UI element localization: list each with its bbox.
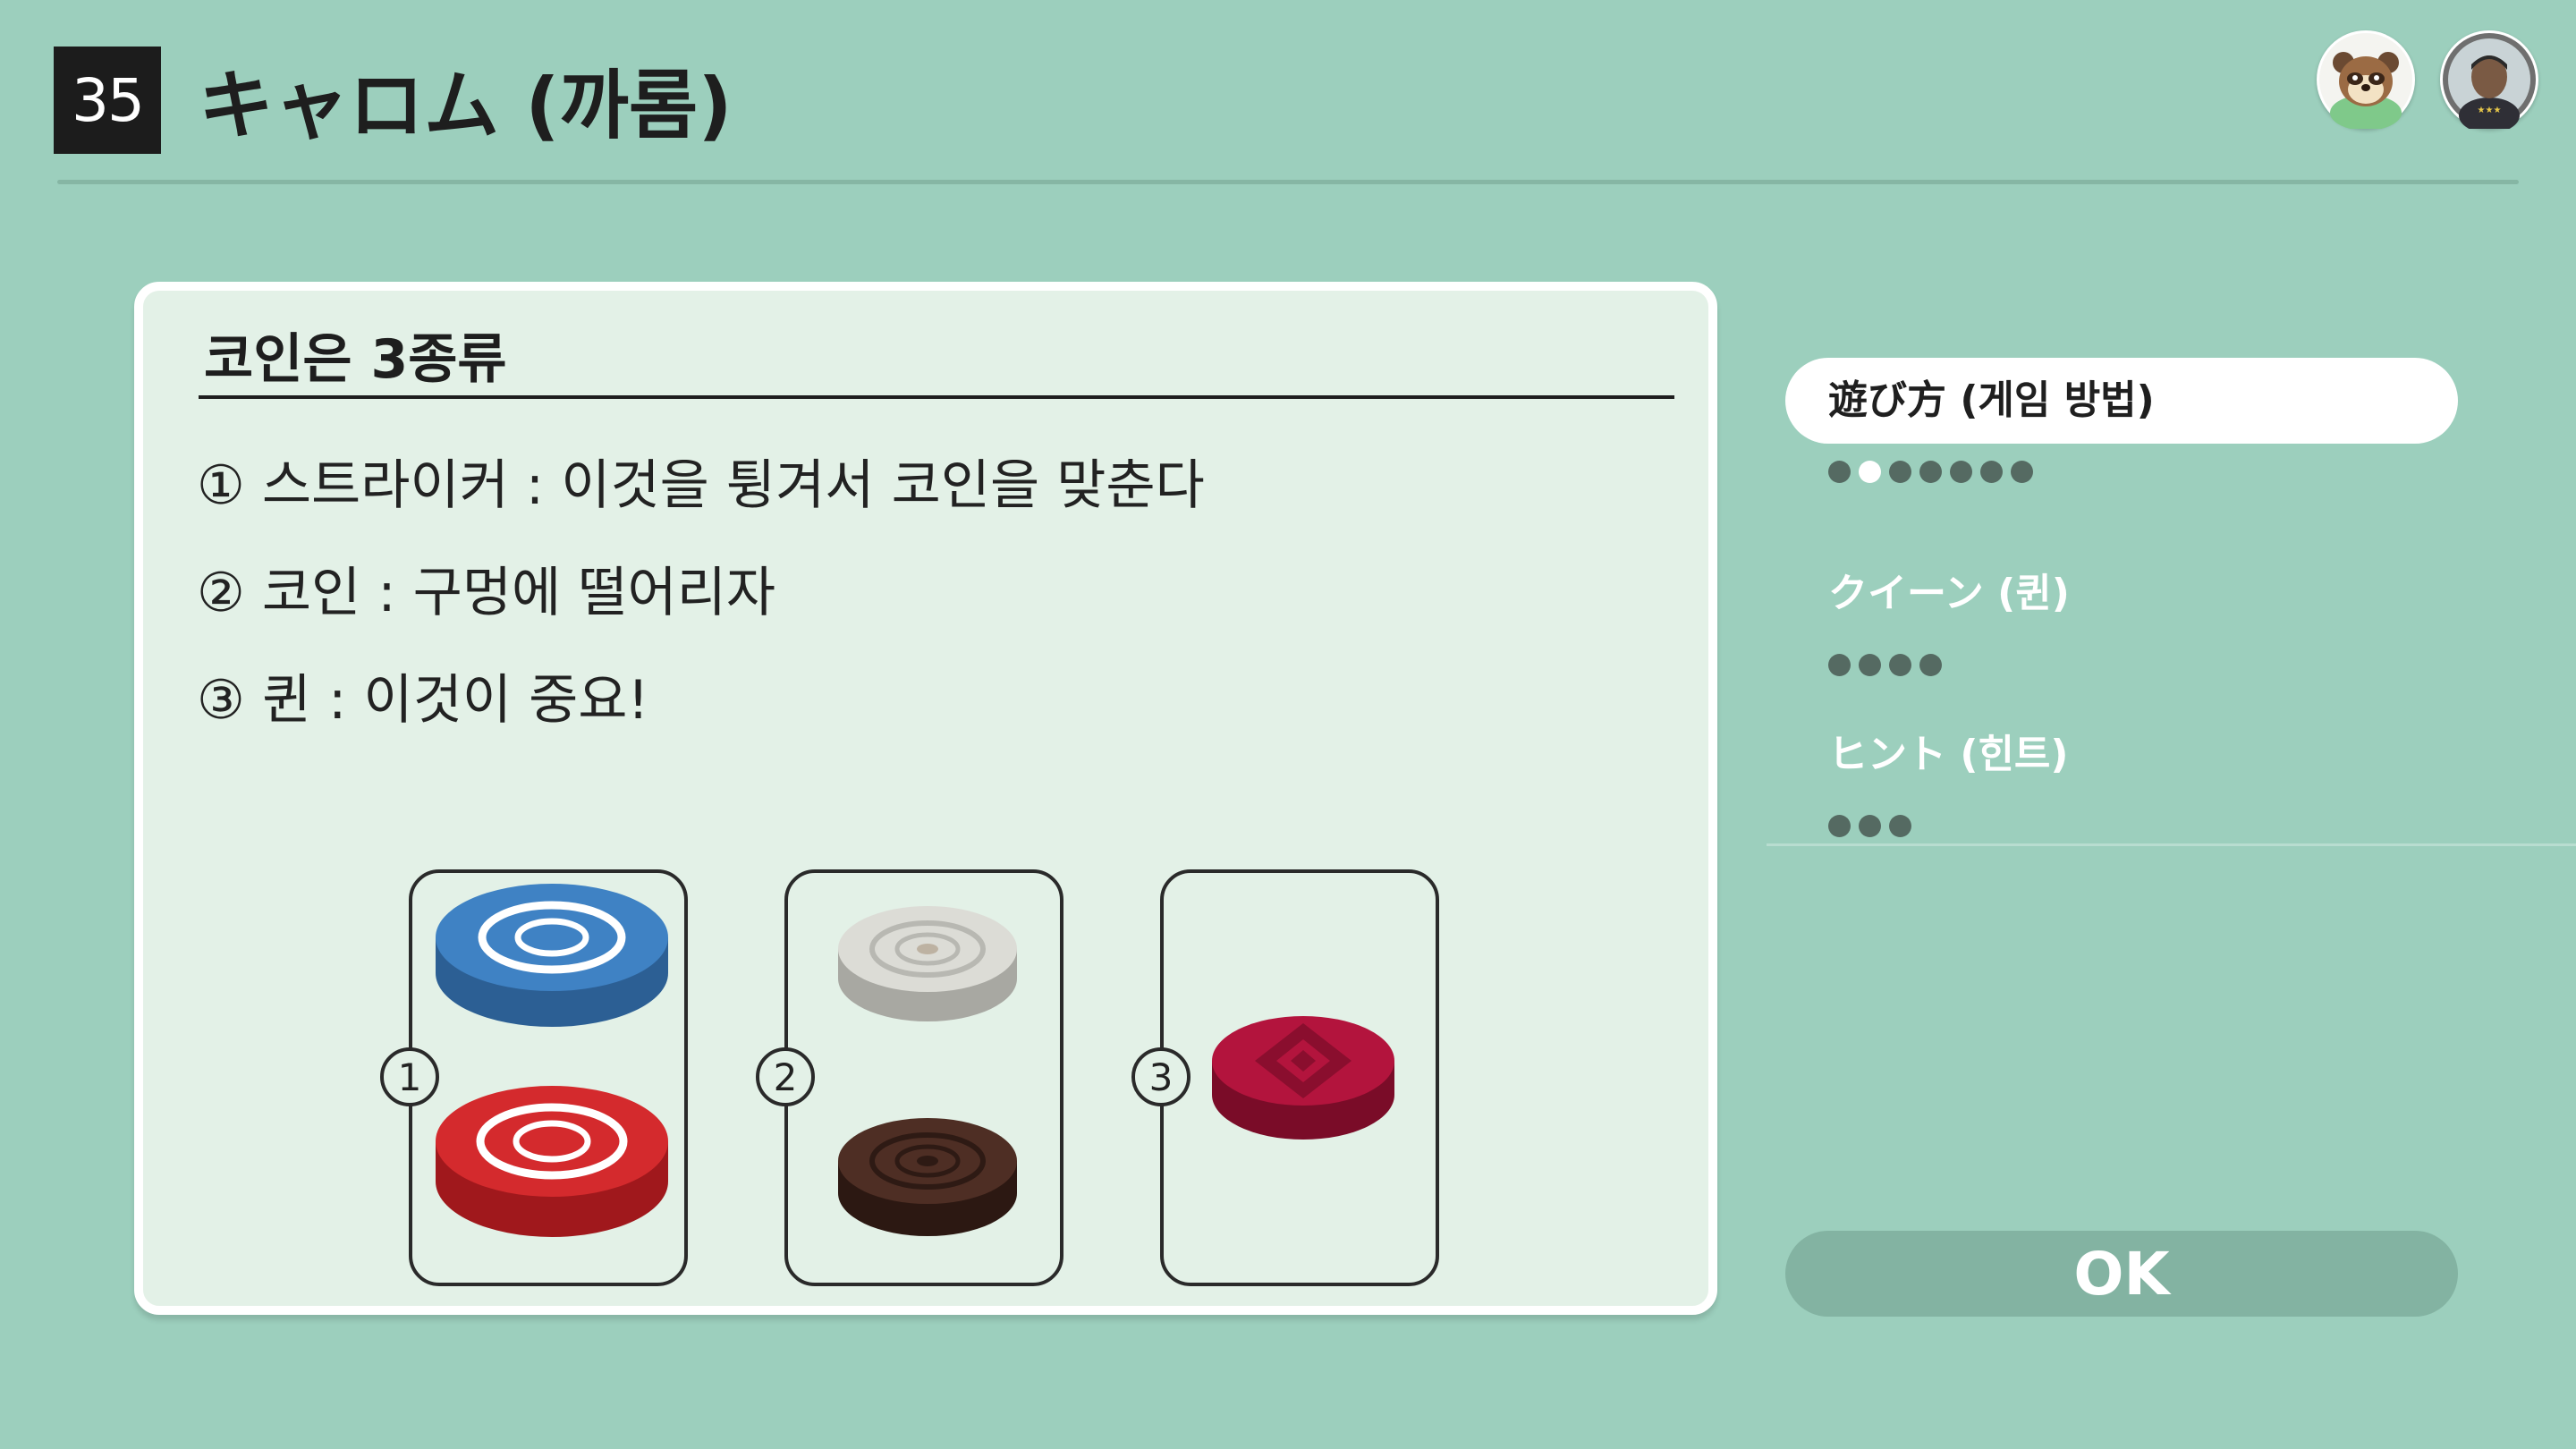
queen-coin-icon [1212,1016,1394,1140]
page-dot [1950,461,1972,483]
page-dots-queen [1828,654,1942,681]
instruction-line-striker: ① 스트라이커 : 이것을 튕겨서 코인을 맞춘다 [197,454,1205,517]
menu-item-queen[interactable]: クイーン (퀸) [1785,551,2458,637]
coin-card-coins: 2 [756,869,1063,1286]
red-striker-icon [436,1086,668,1237]
menu-item-label: クイーン (퀸) [1828,571,2070,616]
page-dot-current [1859,461,1881,483]
menu-item-how-to-play[interactable]: 遊び方 (게임 방법) [1785,358,2458,444]
coin-card-strikers: 1 [380,869,688,1286]
game-title: キャロム (까롬) [199,62,733,149]
page-dots-hint [1828,815,1911,842]
menu-item-label: 遊び方 (게임 방법) [1828,377,2155,423]
page-dot [1980,461,2003,483]
ok-button[interactable]: OK [1785,1231,2458,1317]
card-number-badge: 2 [756,1047,815,1106]
panel-title-underline [199,395,1674,399]
coin-card-queen: 3 [1131,869,1439,1286]
page-dot [1859,815,1881,837]
menu-item-hint[interactable]: ヒント (힌트) [1785,712,2458,798]
instruction-line-queen: ③ 퀸 : 이것이 중요! [197,669,649,732]
tanuki-character-icon [2317,30,2415,129]
page-dot [1889,654,1911,676]
page-dot [2011,461,2033,483]
player-portrait-icon: ★★★ [2440,30,2538,129]
menu-item-label: ヒント (힌트) [1828,732,2069,777]
white-coin-icon [838,906,1017,1021]
page-dot [1859,654,1881,676]
instruction-line-coin: ② 코인 : 구멍에 떨어리자 [197,562,776,624]
header-divider [57,180,2519,184]
card-number-badge: 1 [380,1047,439,1106]
page-dot [1828,654,1851,676]
page-dot [1889,815,1911,837]
blue-striker-icon [436,884,668,1027]
page-dot [1828,461,1851,483]
page-dot [1889,461,1911,483]
black-coin-icon [838,1118,1017,1236]
page-dot [1919,654,1942,676]
page-dots-how-to-play [1828,461,2033,487]
game-number-badge: 35 [54,47,161,154]
page-dot [1828,815,1851,837]
instruction-panel: 코인은 3종류 ① 스트라이커 : 이것을 튕겨서 코인을 맞춘다 ② 코인 :… [134,282,1717,1315]
menu-divider [1767,843,2576,846]
page-dot [1919,461,1942,483]
header: 35 キャロム (까롬) ★★★ [0,0,2576,188]
panel-title: 코인은 3종류 [204,328,507,391]
svg-text:★★★: ★★★ [2478,106,2502,115]
card-number-badge: 3 [1131,1047,1191,1106]
